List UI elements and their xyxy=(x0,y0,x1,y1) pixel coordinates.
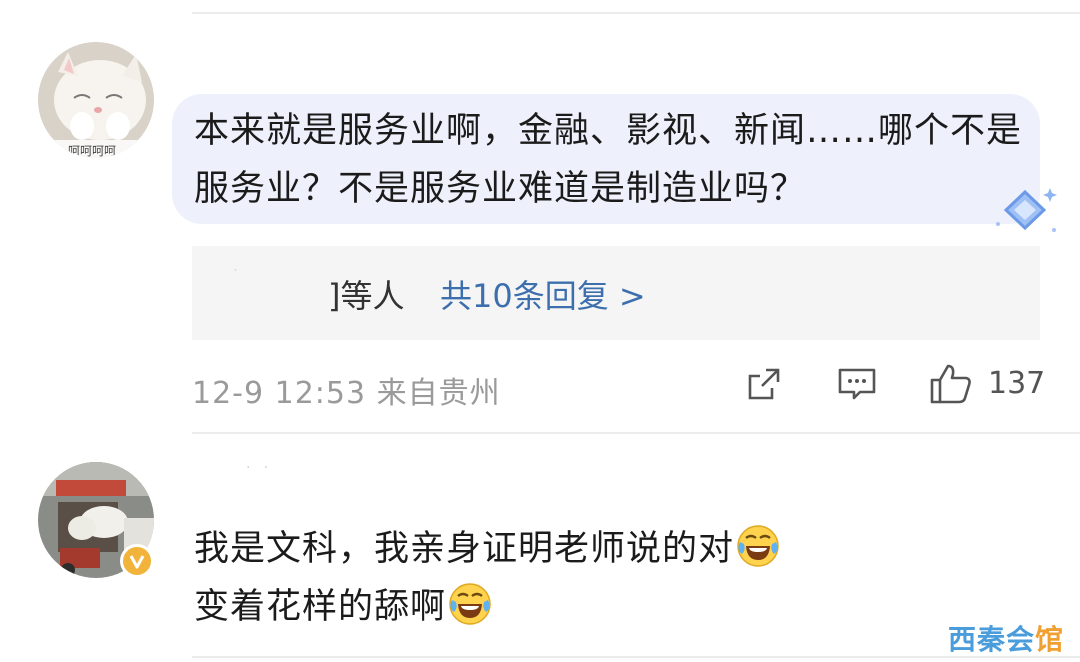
diamond-badge-icon xyxy=(996,188,1057,232)
avatar-cat[interactable]: 呵呵呵呵 xyxy=(38,42,154,158)
comment-icon[interactable] xyxy=(836,364,878,404)
verified-icon xyxy=(120,544,154,578)
comment-meta: 12-9 12:53 来自贵州 xyxy=(192,376,501,411)
like-count: 137 xyxy=(988,366,1046,401)
watermark-logo: 西秦会馆 xyxy=(948,618,1064,658)
comment-text-2-part2: 变着花样的舔啊 xyxy=(194,587,447,627)
reply-names: ]等人 xyxy=(328,277,405,315)
faint-mark-2: · · xyxy=(246,460,269,476)
laughing-crying-emoji-icon xyxy=(737,525,779,567)
faint-mark: ˙ xyxy=(232,268,239,284)
view-replies-link[interactable]: 共10条回复 > xyxy=(440,271,646,317)
watermark-main: 西秦会 xyxy=(948,623,1036,656)
bottom-divider xyxy=(192,656,1080,658)
comment-text: 本来就是服务业啊，金融、影视、新闻……哪个不是服务业？不是服务业难道是制造业吗？ xyxy=(194,111,1023,209)
comment-divider xyxy=(192,432,1080,434)
comment-text-2: 我是文科，我亲身证明老师说的对 变着花样的舔啊 xyxy=(194,520,1024,636)
share-icon[interactable] xyxy=(744,364,784,404)
top-divider xyxy=(192,12,1080,14)
like-icon[interactable] xyxy=(928,362,974,406)
comment-text-2-part1: 我是文科，我亲身证明老师说的对 xyxy=(194,529,735,569)
avatar-caption: 呵呵呵呵 xyxy=(68,144,117,158)
laughing-crying-emoji-icon-2 xyxy=(449,583,491,625)
watermark-accent: 馆 xyxy=(1035,623,1065,656)
